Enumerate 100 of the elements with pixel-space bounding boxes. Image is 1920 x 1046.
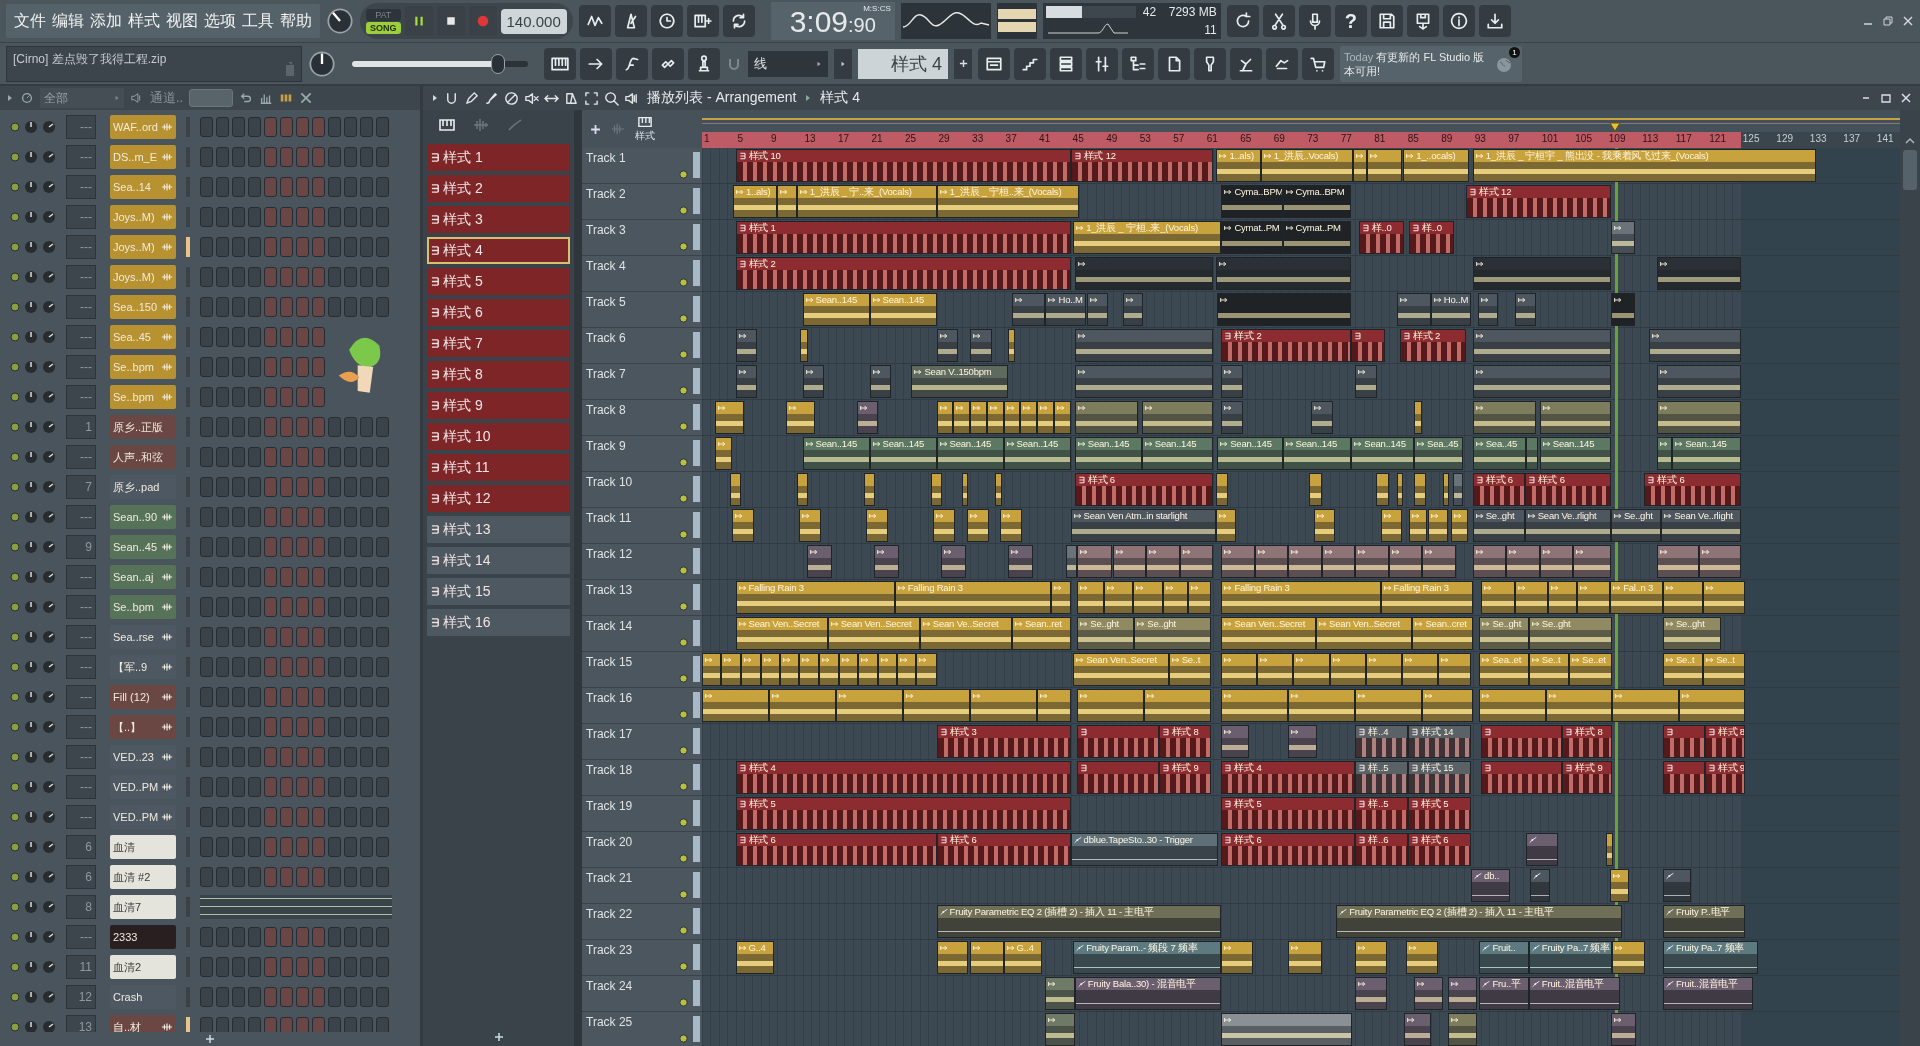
menu-item[interactable]: 工具 xyxy=(242,10,274,32)
pattern-clip[interactable]: 样式 2 xyxy=(1221,329,1352,362)
pattern-clip[interactable]: 样..5 xyxy=(1355,761,1409,794)
pattern-clip[interactable]: 样..0 xyxy=(1409,221,1455,254)
mixer-track-field[interactable]: --- xyxy=(66,655,96,679)
track-header[interactable]: Track 7 xyxy=(582,364,702,400)
audio-clip[interactable]: Cymat..PM xyxy=(1221,221,1283,254)
track-header[interactable]: Track 19 xyxy=(582,796,702,832)
channel-button[interactable]: Crash xyxy=(110,985,176,1009)
pattern-clip[interactable]: 样式 6 xyxy=(1074,473,1213,506)
automation-clip[interactable]: Fruity Parametric EQ 2 (插槽 2) - 插入 11 - 主电平 xyxy=(936,905,1222,938)
pattern-item[interactable]: 样式 6 xyxy=(427,299,570,326)
track-header[interactable]: Track 15 xyxy=(582,652,702,688)
pattern-clip[interactable]: 样式 8 xyxy=(1158,725,1212,758)
audio-clip[interactable]: Ho..M xyxy=(1045,293,1086,326)
automation-clip[interactable]: Fruity Parametric EQ 2 (插槽 2) - 插入 11 - 主电平 xyxy=(1336,905,1622,938)
track-header[interactable]: Track 8 xyxy=(582,400,702,436)
pattern-item[interactable]: 样式 3 xyxy=(427,206,570,233)
pattern-clip[interactable]: 样式 2 xyxy=(735,257,1071,290)
channel-button[interactable]: VED..23 xyxy=(110,745,176,769)
track-header[interactable]: Track 11 xyxy=(582,508,702,544)
pattern-selector[interactable]: 样式 4 xyxy=(858,48,948,79)
pattern-clip[interactable]: 样式 5 xyxy=(735,797,1071,830)
pattern-clip[interactable]: 样式 14 xyxy=(1408,725,1472,758)
mixer-track-field[interactable]: 6 xyxy=(66,865,96,889)
mixer-track-field[interactable]: --- xyxy=(66,775,96,799)
audio-clip[interactable]: Sean..145 xyxy=(802,437,870,470)
audio-clip[interactable]: Se..ght xyxy=(1528,617,1612,650)
pattern-clip[interactable]: 样式 15 xyxy=(1408,761,1472,794)
pattern-item[interactable]: 样式 16 xyxy=(427,609,570,636)
channel-button[interactable]: VED..PM xyxy=(110,775,176,799)
audio-clip[interactable]: Sean..145 xyxy=(1217,437,1283,470)
audio-clip[interactable]: Sean..145 xyxy=(1351,437,1415,470)
pattern-clip[interactable]: 样..4 xyxy=(1355,725,1409,758)
menu-item[interactable]: 编辑 xyxy=(52,10,84,32)
pattern-clip[interactable]: 样式 12 xyxy=(1466,185,1611,218)
mixer-track-field[interactable]: 12 xyxy=(66,985,96,1009)
channel-button[interactable]: 血清7 xyxy=(110,895,176,919)
channel-button[interactable]: 自..材 xyxy=(110,1015,176,1032)
pattern-clip[interactable]: 样式 6 xyxy=(936,833,1071,866)
pattern-item[interactable]: 样式 10 xyxy=(427,423,570,450)
audio-clip[interactable]: Sean..145 xyxy=(869,437,937,470)
automation-clip[interactable]: dblue.TapeSto..30 - Trigger xyxy=(1070,833,1219,866)
mixer-track-field[interactable]: --- xyxy=(66,595,96,619)
menu-item[interactable]: 选项 xyxy=(204,10,236,32)
pattern-clip[interactable]: 样式 9 xyxy=(1562,761,1612,794)
track-header[interactable]: Track 6 xyxy=(582,328,702,364)
track-header[interactable]: Track 5 xyxy=(582,292,702,328)
track-header[interactable]: Track 21 xyxy=(582,868,702,904)
pattern-clip[interactable]: 样式 6 xyxy=(1524,473,1611,506)
mixer-track-field[interactable]: --- xyxy=(66,115,96,139)
automation-clip[interactable]: Fruity Pa..7 频率 xyxy=(1528,941,1612,974)
mixer-track-field[interactable]: --- xyxy=(66,325,96,349)
pattern-clip[interactable]: 样式 5 xyxy=(1221,797,1356,830)
track-header[interactable]: Track 17 xyxy=(582,724,702,760)
audio-clip[interactable]: Se..ght xyxy=(1077,617,1135,650)
mixer-track-field[interactable]: --- xyxy=(66,205,96,229)
pattern-clip[interactable]: 样..0 xyxy=(1358,221,1405,254)
audio-clip[interactable]: Sean..145 xyxy=(936,437,1004,470)
mixer-track-field[interactable]: --- xyxy=(66,565,96,589)
automation-clip[interactable]: Fru..平 xyxy=(1479,977,1529,1010)
mixer-track-field[interactable]: 8 xyxy=(66,895,96,919)
audio-clip[interactable]: Sean Ve..rlight xyxy=(1524,509,1611,542)
pattern-tab-label[interactable]: 样式 xyxy=(635,129,655,143)
mixer-track-field[interactable]: --- xyxy=(66,505,96,529)
mixer-track-field[interactable]: 1 xyxy=(66,415,96,439)
audio-clip[interactable]: Sean..145 xyxy=(1672,437,1741,470)
audio-clip[interactable]: Sean Ven Atm..in starlight xyxy=(1070,509,1217,542)
mixer-track-field[interactable]: --- xyxy=(66,805,96,829)
pattern-clip[interactable]: 样式 5 xyxy=(1408,797,1472,830)
pattern-clip[interactable]: 样式 9 xyxy=(1704,761,1745,794)
track-header[interactable]: Track 10 xyxy=(582,472,702,508)
mixer-track-field[interactable]: 6 xyxy=(66,835,96,859)
pattern-item[interactable]: 样式 11 xyxy=(427,454,570,481)
pattern-item[interactable]: 样式 15 xyxy=(427,578,570,605)
pattern-item[interactable]: 样式 14 xyxy=(427,547,570,574)
automation-clip[interactable]: Fruity Bala..30) - 混音电平 xyxy=(1074,977,1222,1010)
automation-clip[interactable]: Fruit.. xyxy=(1479,941,1529,974)
track-header[interactable]: Track 2 xyxy=(582,184,702,220)
track-header[interactable]: Track 23 xyxy=(582,940,702,976)
pattern-item[interactable]: 样式 1 xyxy=(427,144,570,171)
pattern-item[interactable]: 样式 8 xyxy=(427,361,570,388)
channel-button[interactable]: Sean..45 xyxy=(110,535,176,559)
pattern-clip[interactable]: 样式 6 xyxy=(1408,833,1472,866)
pattern-clip[interactable]: 样式 6 xyxy=(1221,833,1356,866)
snap-select[interactable]: 线 xyxy=(748,50,828,77)
channel-button[interactable]: Sea..rse xyxy=(110,625,176,649)
track-header[interactable]: Track 4 xyxy=(582,256,702,292)
mixer-track-field[interactable]: --- xyxy=(66,715,96,739)
mixer-track-field[interactable]: --- xyxy=(66,235,96,259)
pattern-clip[interactable]: 样式 10 xyxy=(735,149,1071,182)
channel-button[interactable]: 原乡..pad xyxy=(110,475,176,499)
mixer-track-field[interactable]: 7 xyxy=(66,475,96,499)
audio-clip[interactable]: Cymat..PM xyxy=(1282,221,1352,254)
automation-clip[interactable]: Fruity P..电平 xyxy=(1662,905,1745,938)
automation-clip[interactable]: Fruit..混音电平 xyxy=(1662,977,1753,1010)
pattern-item[interactable]: 样式 2 xyxy=(427,175,570,202)
mixer-track-field[interactable]: --- xyxy=(66,625,96,649)
pattern-clip[interactable]: 样式 6 xyxy=(1644,473,1741,506)
channel-button[interactable]: 血清 xyxy=(110,835,176,859)
